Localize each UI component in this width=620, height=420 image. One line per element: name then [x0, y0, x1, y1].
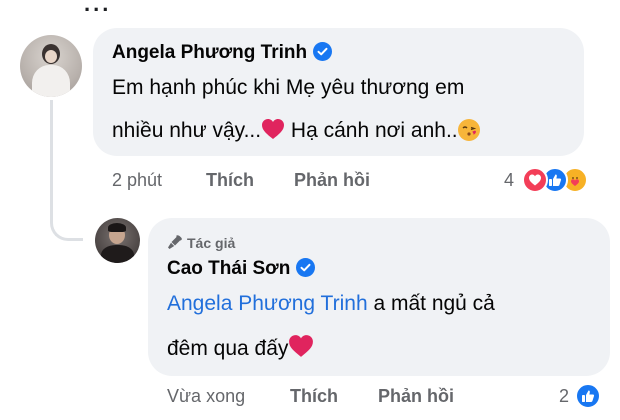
reply-reply-button[interactable]: Phản hồi — [378, 386, 454, 407]
like-icon — [575, 383, 601, 409]
red-heart-emoji-icon — [288, 334, 314, 364]
reply-text-line-1: Angela Phương Trinh a mất ngủ cả — [167, 292, 495, 316]
reply-text-part: đêm qua đấy — [167, 337, 289, 360]
reply-text-line-2: đêm qua đấy — [167, 334, 314, 364]
comment-reaction-count[interactable]: 4 — [504, 170, 514, 191]
verified-badge-icon — [296, 258, 316, 277]
comment-text-line-2: nhiều như vậy... Hạ cánh nơi anh.. — [112, 118, 480, 146]
thread-connector-line — [50, 100, 83, 241]
reply-author-name[interactable]: Cao Thái Sơn — [167, 258, 290, 279]
reply-text-rest: a mất ngủ cả — [367, 292, 495, 315]
reply-like-button[interactable]: Thích — [290, 386, 338, 407]
reply-timestamp[interactable]: Vừa xong — [167, 386, 245, 407]
author-badge-label: Tác giả — [187, 235, 236, 251]
kissing-face-emoji-icon — [457, 119, 480, 141]
reply-reactions[interactable] — [575, 383, 605, 409]
comment-reactions[interactable] — [522, 167, 612, 193]
microphone-icon — [168, 235, 182, 249]
comment-text-part-2: Hạ cánh nơi anh.. — [285, 119, 458, 142]
more-options-dots[interactable]: ... — [84, 0, 111, 17]
comment-text-part-1: nhiều như vậy... — [112, 119, 262, 142]
comment-like-button[interactable]: Thích — [206, 170, 254, 191]
comment-reply-button[interactable]: Phản hồi — [294, 170, 370, 191]
comment-author[interactable]: Angela Phương Trinh — [112, 42, 333, 64]
comment-thread: ... Angela Phương Trinh Em hạnh phúc khi… — [0, 0, 620, 420]
comment-author-name[interactable]: Angela Phương Trinh — [112, 42, 307, 63]
reply-author[interactable]: Cao Thái Sơn — [167, 258, 316, 280]
red-heart-emoji-icon — [261, 118, 285, 146]
reply-reaction-count[interactable]: 2 — [559, 386, 569, 407]
comment-text-line-1: Em hạnh phúc khi Mẹ yêu thương em — [112, 76, 465, 99]
love-icon — [522, 167, 548, 193]
avatar-cao-thai-son[interactable] — [95, 218, 140, 263]
author-badge: Tác giả — [167, 234, 235, 251]
comment-timestamp[interactable]: 2 phút — [112, 170, 162, 191]
mention-link[interactable]: Angela Phương Trinh — [167, 292, 368, 315]
avatar-angela[interactable] — [20, 35, 82, 97]
verified-badge-icon — [313, 42, 333, 61]
